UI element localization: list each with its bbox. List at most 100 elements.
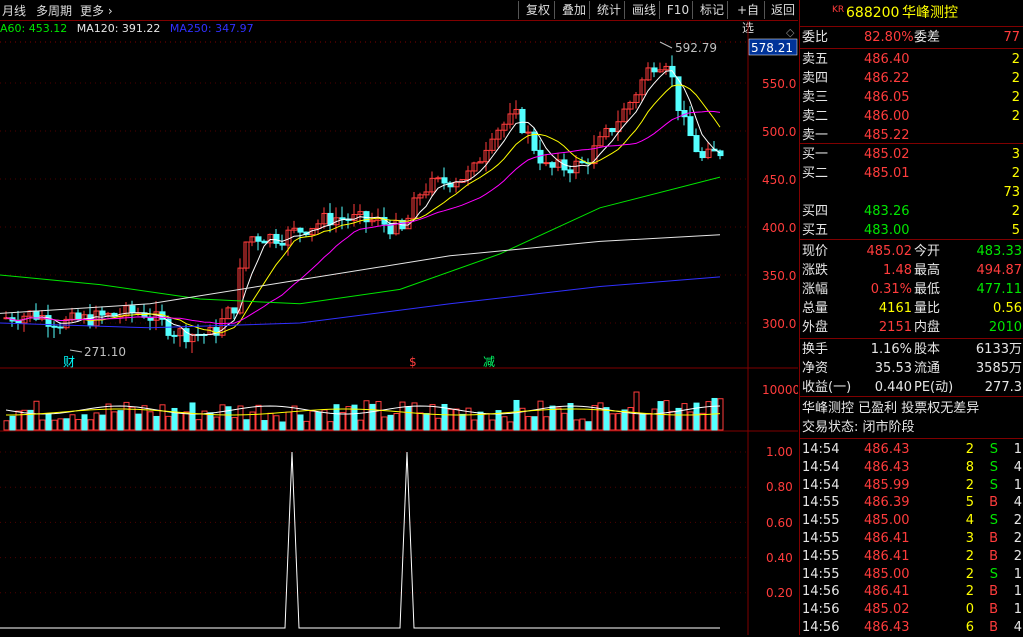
candle-body — [57, 326, 64, 329]
volume-bar — [459, 413, 466, 431]
volume-bar — [651, 408, 658, 431]
volume-bar — [411, 402, 418, 431]
volume-bar — [657, 401, 664, 431]
ask-row: 卖二 486.00 2 — [802, 109, 1020, 124]
tick-row: 14:55 486.41 2 B 2 — [802, 548, 1022, 564]
volume-bar — [369, 403, 376, 431]
kr-badge: KR — [832, 5, 845, 15]
volume-bar — [255, 404, 262, 431]
volume-bar — [33, 400, 40, 431]
volume-bar — [501, 416, 508, 431]
high-label: 592.79 — [675, 41, 717, 55]
volume-bar — [381, 416, 388, 431]
indicator-pane — [0, 451, 720, 629]
ma10-line — [5, 84, 721, 334]
volume-bar — [57, 418, 64, 431]
volume-bar — [699, 412, 706, 431]
tick-row: 14:55 485.00 4 S 2 — [802, 513, 1022, 529]
volume-bar — [93, 412, 100, 431]
stock-code: 688200 — [846, 5, 900, 21]
current-price-tag-text: 578.21 — [751, 41, 793, 55]
volume-bar — [399, 401, 406, 431]
fundamental-row: 净资 35.53 流通 3585万 — [802, 361, 1022, 376]
indicator-tick: 1.00 — [766, 445, 793, 459]
candle-body — [171, 334, 178, 337]
volume-bar — [117, 410, 124, 431]
info-line: 华峰测控 已盈利 投票权无差异 — [802, 401, 980, 416]
volume-bar — [105, 403, 112, 431]
diamond-icon[interactable]: ◇ — [786, 26, 795, 39]
price-tick: 350.0 — [762, 269, 796, 283]
volume-bar — [705, 401, 712, 431]
volume-bar — [507, 421, 514, 431]
volume-bar — [429, 404, 436, 431]
candle-body — [273, 233, 280, 244]
ask-row: 卖五 486.40 2 — [802, 52, 1020, 67]
candle-body — [75, 312, 82, 321]
tick-row: 14:54 486.43 2 S 1 — [802, 442, 1022, 457]
volume-bar — [333, 404, 340, 431]
volume-bar — [45, 413, 52, 431]
candle-body — [99, 310, 106, 316]
volume-bar — [231, 417, 238, 431]
volume-bar — [345, 406, 352, 431]
candle-body — [567, 169, 574, 174]
volume-bar — [435, 417, 442, 431]
tick-row: 14:55 485.00 2 S 1 — [802, 566, 1022, 582]
low-pointer — [69, 349, 83, 353]
volume-bar — [645, 412, 652, 431]
ma250-line — [0, 276, 721, 329]
ma5-line — [5, 70, 721, 336]
candle-body — [435, 177, 442, 180]
stat-row: 现价 485.02 今开 483.33 — [802, 244, 1022, 259]
candle-body — [519, 108, 526, 134]
volume-bar — [669, 410, 676, 431]
volume-bar — [237, 405, 244, 431]
volume-bar — [663, 400, 670, 431]
volume-bar — [555, 407, 562, 431]
volume-bar — [693, 402, 700, 431]
price-grid — [0, 82, 748, 594]
ma120-line — [0, 234, 721, 314]
volume-bar — [297, 414, 304, 431]
volume-bar — [615, 413, 622, 431]
tick-row: 14:56 485.02 0 B 1 — [802, 602, 1022, 618]
finance-marker: 财 — [63, 355, 75, 369]
indicator-line — [0, 451, 720, 629]
tick-row: 14:54 486.43 8 S 4 — [802, 459, 1022, 475]
candle-body — [609, 128, 616, 133]
kline-chart-area[interactable]: 月线 多周期 更多 › 复权 叠加 统计 画线 F10 标记 +自选 返回 A6… — [0, 0, 798, 635]
volume-bar — [99, 414, 106, 431]
indicator-tick: 0.20 — [766, 586, 793, 600]
volume-bar — [273, 415, 280, 431]
fundamental-row: 换手 1.16% 股本 6133万 — [802, 342, 1022, 357]
candle-body — [339, 217, 346, 220]
volume-bar — [153, 415, 160, 431]
volume-bar — [279, 421, 286, 431]
volume-bar — [177, 412, 184, 431]
volume-bar — [417, 412, 424, 431]
tick-row: 14:54 485.99 2 S 1 — [802, 477, 1022, 493]
bid-row: 73 — [1003, 185, 1020, 200]
volume-bar — [585, 421, 592, 431]
volume-bar — [543, 416, 550, 431]
tick-row: 14:56 486.43 6 B 4 — [802, 620, 1022, 635]
volume-bar — [513, 399, 520, 431]
volume-bar — [3, 420, 10, 431]
price-chart-svg[interactable]: 550.0 500.0 450.0 400.0 350.0 300.0 578.… — [0, 0, 798, 635]
volume-bar — [609, 413, 616, 431]
candle-body — [255, 236, 262, 242]
volume-bar — [189, 402, 196, 431]
volume-bar — [195, 419, 202, 431]
dividend-marker: $ — [409, 355, 417, 369]
candle-body — [327, 212, 334, 226]
high-pointer — [659, 41, 673, 49]
volume-bar — [309, 410, 316, 431]
volume-bar — [291, 405, 298, 431]
stat-row: 总量 4161 量比 0.56 — [802, 301, 1022, 316]
candle-body — [51, 325, 58, 328]
price-tick: 500.0 — [762, 125, 796, 139]
candle-body — [15, 320, 22, 324]
tick-row: 14:56 486.41 2 B 1 — [802, 584, 1022, 600]
stock-name: 华峰测控 — [902, 5, 958, 21]
